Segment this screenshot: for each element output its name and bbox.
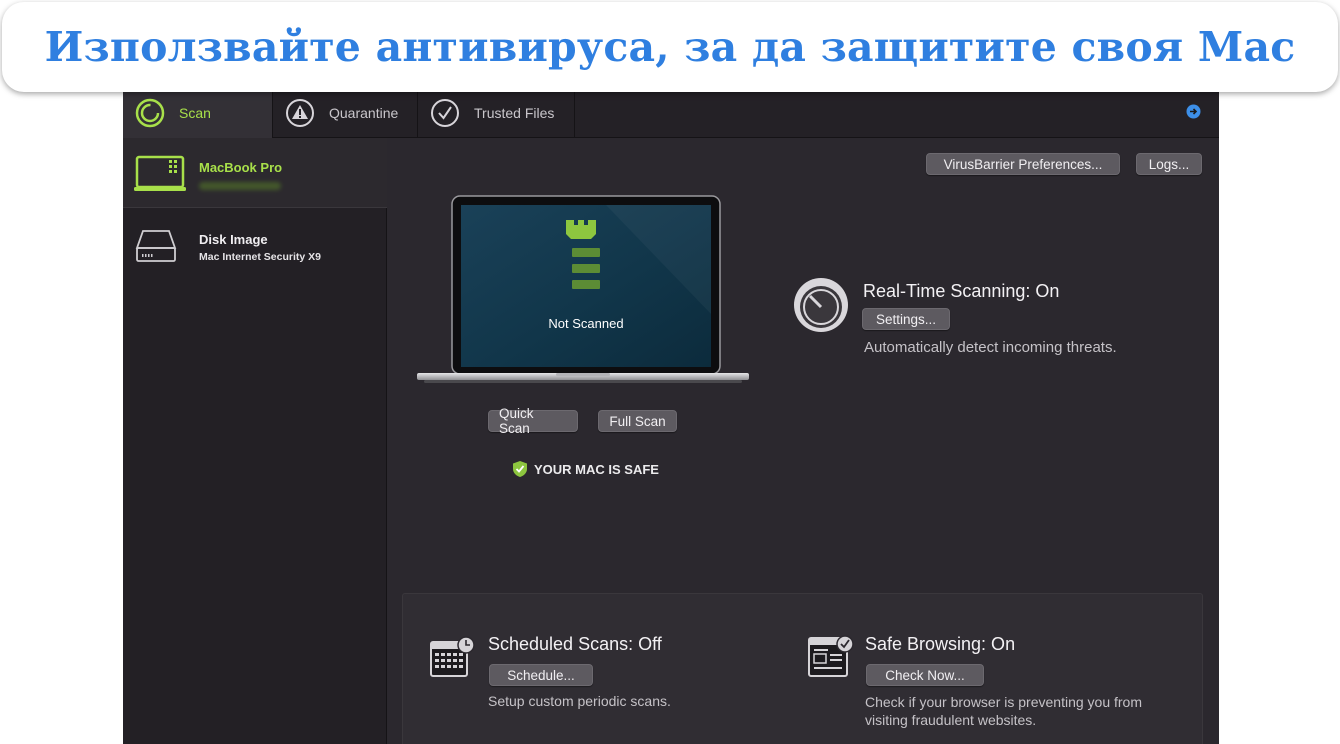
device-name: Disk Image [199,232,268,247]
settings-button[interactable]: Settings... [862,308,950,330]
tab-quarantine[interactable]: Quarantine [273,88,418,138]
quick-scan-button[interactable]: Quick Scan [488,406,578,436]
tab-label: Scan [179,105,211,121]
tab-scan[interactable]: Scan [123,88,273,138]
arrow-right-circle-icon[interactable] [1186,104,1201,119]
toolbar: Scan Quarantine Trusted Files [123,88,1219,138]
app-window: Scan Quarantine Trusted Files MacBook Pr… [123,88,1219,744]
laptop-icon [134,155,186,191]
device-name: MacBook Pro [199,160,283,175]
realtime-title: Real-Time Scanning: On [863,281,1060,301]
scheduled-title: Scheduled Scans: Off [488,634,662,654]
check-now-button[interactable]: Check Now... [866,664,984,686]
warning-icon [286,99,314,127]
sidebar-item-disk-image[interactable]: Disk Image Mac Internet Security X9 [123,210,387,280]
banner: Използвайте антивируса, за да защитите с… [2,2,1338,92]
realtime-description: Automatically detect incoming threats. [864,339,1117,356]
tab-label: Quarantine [329,105,399,121]
scan-status: Not Scanned [548,316,624,331]
safe-status-text: YOUR MAC IS SAFE [534,461,659,477]
scan-icon [135,98,165,128]
stopwatch-icon [794,278,848,332]
schedule-button[interactable]: Schedule... [489,664,593,686]
banner-title: Използвайте антивируса, за да защитите с… [44,23,1296,71]
safe-browsing-description: Check if your browser is preventing you … [865,694,1142,728]
tab-label: Trusted Files [474,105,555,121]
macbook-illustration [417,195,749,383]
tab-trusted-files[interactable]: Trusted Files [418,88,575,138]
safe-status: YOUR MAC IS SAFE [512,460,659,478]
scheduled-description: Setup custom periodic scans. [488,693,671,709]
device-subtitle-redacted [199,182,281,190]
browser-check-icon [808,635,854,677]
logs-button[interactable]: Logs... [1136,153,1202,175]
checkmark-icon [431,99,459,127]
main-panel: VirusBarrier Preferences... Logs... Not … [388,138,1219,744]
device-subtitle: Mac Internet Security X9 [199,251,321,263]
preferences-button[interactable]: VirusBarrier Preferences... [926,153,1120,175]
calendar-clock-icon [430,636,475,677]
safe-browsing-title: Safe Browsing: On [865,634,1016,654]
sidebar-item-macbook-pro[interactable]: MacBook Pro [123,138,387,208]
sidebar: MacBook Pro Disk Image Mac Internet Secu… [123,138,387,744]
disk-drive-icon [135,230,177,262]
full-scan-button[interactable]: Full Scan [598,410,677,432]
shield-check-icon [513,461,527,477]
